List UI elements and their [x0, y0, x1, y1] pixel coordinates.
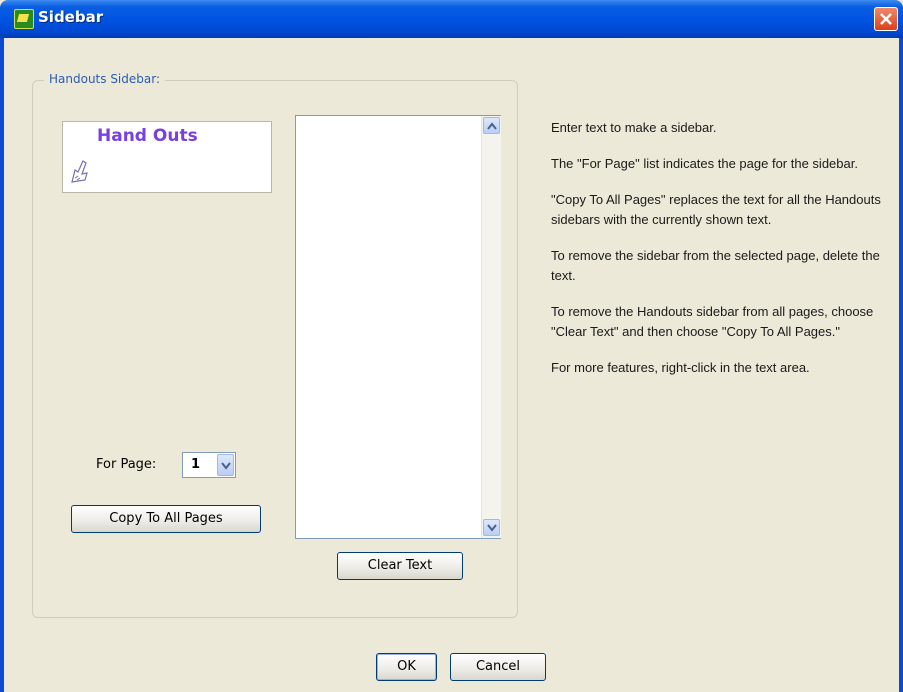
for-page-label: For Page: [96, 457, 157, 472]
chevron-up-icon [487, 122, 497, 130]
title-bar[interactable]: Sidebar [0, 0, 903, 38]
help-paragraph: For more features, right-click in the te… [551, 360, 810, 375]
hand-pointer-icon [71, 160, 88, 183]
cancel-button[interactable]: Cancel [450, 653, 546, 681]
window-frame-right [899, 38, 903, 692]
copy-to-all-pages-button[interactable]: Copy To All Pages [71, 505, 261, 533]
help-paragraph: "Copy To All Pages" replaces the text fo… [551, 192, 881, 227]
clear-text-button[interactable]: Clear Text [337, 552, 463, 580]
sidebar-text-area[interactable] [295, 115, 501, 539]
close-button[interactable] [874, 7, 898, 31]
close-icon [880, 13, 892, 25]
help-text: Enter text to make a sidebar. The "For P… [551, 118, 893, 394]
ok-button[interactable]: OK [376, 653, 437, 681]
help-paragraph: To remove the sidebar from the selected … [551, 248, 880, 283]
for-page-select[interactable]: 1 [182, 452, 236, 478]
vertical-scrollbar[interactable] [481, 116, 501, 538]
help-paragraph: The "For Page" list indicates the page f… [551, 156, 858, 171]
help-paragraph: Enter text to make a sidebar. [551, 120, 717, 135]
preview-title: Hand Outs [97, 126, 198, 146]
help-paragraph: To remove the Handouts sidebar from all … [551, 304, 874, 339]
for-page-dropdown-button[interactable] [217, 454, 234, 476]
chevron-down-icon [221, 462, 231, 470]
app-icon [14, 9, 34, 29]
sidebar-preview: Hand Outs [62, 121, 272, 193]
window-title: Sidebar [38, 8, 104, 26]
group-legend: Handouts Sidebar: [44, 72, 166, 86]
for-page-value: 1 [191, 457, 201, 472]
scroll-up-button[interactable] [483, 117, 500, 134]
scroll-down-button[interactable] [483, 519, 500, 536]
chevron-down-icon [487, 524, 497, 532]
window-frame-left [0, 38, 4, 692]
